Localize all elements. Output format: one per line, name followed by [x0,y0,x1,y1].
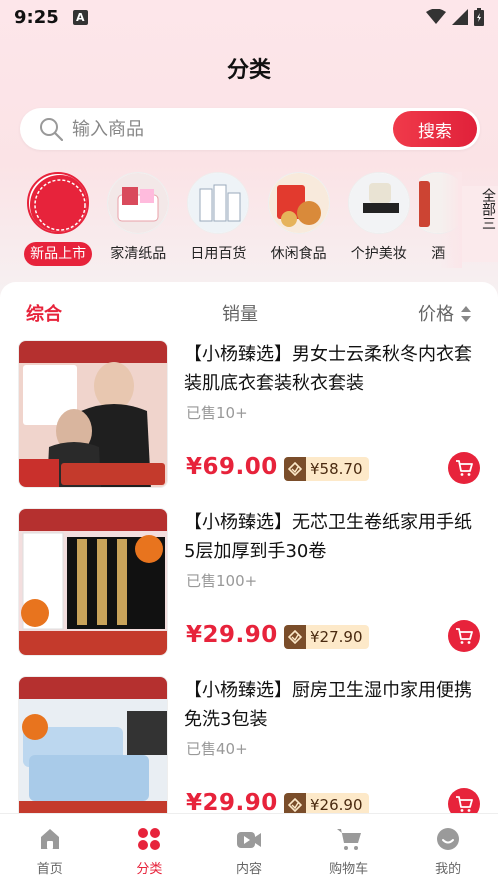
product-name[interactable]: 【小杨臻选】男女士云柔秋冬内衣套装肌底衣套装秋衣套装 [184,340,480,398]
vip-price-badge: ¥58.70 [284,457,369,481]
cart-icon [456,796,473,812]
sort-tab-sales[interactable]: 销量 [222,300,258,326]
product-image[interactable] [18,508,168,656]
category-snacks[interactable]: 休闲食品 [259,172,339,268]
status-time: 9:25 [14,6,59,28]
category-snacks-image [267,172,330,234]
category-household-paper-image [107,172,170,234]
nav-label: 首页 [36,862,63,877]
wifi-icon [426,9,446,24]
product-name[interactable]: 【小杨臻选】厨房卫生湿巾家用便携免洗3包装 [184,676,480,734]
battery-icon [474,8,484,26]
video-icon [236,826,262,852]
category-label: 个护美妆 [350,246,407,262]
vip-price-badge: ¥27.90 [284,625,369,649]
nav-label: 内容 [235,862,262,877]
nav-profile[interactable]: 我的 [398,814,498,885]
product-image[interactable] [18,340,168,488]
sort-tab-comprehensive[interactable]: 综合 [26,300,62,326]
product-sold: 已售100+ [186,572,258,590]
category-label: 新品上市 [24,242,93,266]
vip-crown-icon [284,457,306,481]
category-daily-goods-image [187,172,250,234]
search-input[interactable] [72,118,372,140]
nav-label: 购物车 [329,862,369,877]
nav-content[interactable]: 内容 [199,814,299,885]
category-fade [440,172,462,268]
notification-a-icon: A [72,9,88,25]
sort-arrows-icon [461,306,471,322]
bottom-nav: 首页 分类 内容 购物车 我的 [0,813,498,885]
nav-home[interactable]: 首页 [0,814,100,885]
product-panel: 综合 销量 价格 【小杨臻选】男女士云柔秋冬内衣套装肌底衣套装秋衣套装 已售10… [0,282,498,822]
category-beauty-image [347,172,410,234]
status-bar: 9:25 A [0,0,498,34]
vip-price: ¥27.90 [310,628,363,646]
product-price: ¥69.00 [186,454,278,480]
product-sold: 已售10+ [186,404,248,422]
vip-price: ¥26.90 [310,796,363,814]
category-new[interactable]: 新品上市 [18,172,98,268]
vip-price: ¥58.70 [310,460,363,478]
product-item[interactable]: 【小杨臻选】男女士云柔秋冬内衣套装肌底衣套装秋衣套装 已售10+ ¥69.00 … [0,340,498,508]
product-item[interactable]: 【小杨臻选】厨房卫生湿巾家用便携免洗3包装 已售40+ ¥29.90 ¥26.9… [0,676,498,822]
product-price: ¥29.90 [186,622,278,648]
signal-icon [452,9,468,25]
search-button[interactable]: 搜索 [393,111,477,147]
search-bar: 搜索 [20,108,480,150]
product-sold: 已售40+ [186,740,248,758]
category-household-paper[interactable]: 家清纸品 [98,172,178,268]
vip-crown-icon [284,625,306,649]
category-icon [136,826,162,852]
nav-cart[interactable]: 购物车 [299,814,399,885]
category-label: 休闲食品 [270,246,327,262]
cart-icon [456,628,473,644]
sort-tab-price[interactable]: 价格 [418,300,454,326]
cart-icon [456,460,473,476]
search-icon [38,116,64,142]
category-daily-goods[interactable]: 日用百货 [178,172,258,268]
sort-bar: 综合 销量 价格 [0,282,498,344]
category-scroller[interactable]: 新品上市 家清纸品 日用百货 休闲食品 个护美妆 酒 [18,172,458,268]
all-categories-button[interactable]: 全部三 [462,186,498,262]
category-new-image [27,172,90,234]
category-beauty[interactable]: 个护美妆 [339,172,419,268]
add-to-cart-button[interactable] [448,620,480,652]
category-label: 家清纸品 [110,246,167,262]
nav-label: 我的 [435,862,462,877]
profile-icon [435,826,461,852]
nav-label: 分类 [136,862,163,877]
page-title: 分类 [226,58,271,83]
home-icon [37,826,63,852]
add-to-cart-button[interactable] [448,452,480,484]
product-item[interactable]: 【小杨臻选】无芯卫生卷纸家用手纸5层加厚到手30卷 已售100+ ¥29.90 … [0,508,498,676]
product-image[interactable] [18,676,168,822]
nav-category[interactable]: 分类 [100,814,200,885]
product-name[interactable]: 【小杨臻选】无芯卫生卷纸家用手纸5层加厚到手30卷 [184,508,480,566]
cart-icon [336,826,362,852]
category-label: 日用百货 [190,246,247,262]
